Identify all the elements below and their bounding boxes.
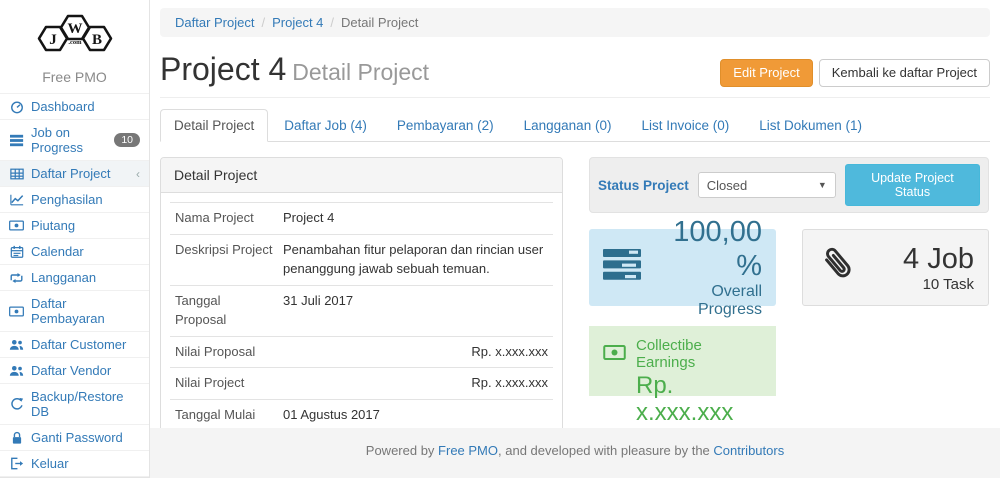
project-summary-column: Status Project Closed ▼ Update Project S… <box>589 157 989 428</box>
tab-list-invoice[interactable]: List Invoice (0) <box>627 109 743 142</box>
sidebar-item-piutang[interactable]: Piutang <box>0 212 149 238</box>
status-select[interactable]: Closed ▼ <box>698 172 836 198</box>
page-subtitle: Detail Project <box>292 59 429 85</box>
free-pmo-link[interactable]: Free PMO <box>438 443 498 458</box>
edit-project-button[interactable]: Edit Project <box>720 59 812 87</box>
sidebar-item-daftar-pembayaran[interactable]: Daftar Pembayaran <box>0 290 149 331</box>
users-icon <box>9 363 24 378</box>
main-area: Daftar Project/Project 4/Detail Project … <box>150 0 1000 478</box>
earnings-value: Rp. x.xxx.xxx <box>636 373 762 426</box>
job-count-card: 4 Job 10 Task <box>802 229 989 306</box>
jwb-logo: W J B .com <box>0 0 149 67</box>
breadcrumb: Daftar Project/Project 4/Detail Project <box>160 8 990 37</box>
tab-bar: Detail Project Daftar Job (4) Pembayaran… <box>160 109 990 142</box>
sidebar-item-dashboard[interactable]: Dashboard <box>0 93 149 119</box>
task-count-value: 10 Task <box>871 276 974 293</box>
calendar-icon <box>9 244 24 259</box>
users-icon <box>9 337 24 352</box>
svg-text:J: J <box>49 32 57 48</box>
table-row: Tanggal Proposal31 Juli 2017 <box>170 285 553 336</box>
app-window: W J B .com Free PMO Dashboard <box>0 0 1000 478</box>
status-project-bar: Status Project Closed ▼ Update Project S… <box>589 157 989 213</box>
table-row: Deskripsi ProjectPenambahan fitur pelapo… <box>170 235 553 286</box>
sidebar-item-keluar[interactable]: Keluar <box>0 450 149 477</box>
sidebar-item-backup-restore[interactable]: Backup/Restore DB <box>0 383 149 424</box>
page-header: Project 4Detail Project Edit Project Kem… <box>160 50 990 98</box>
detail-project-panel: Detail Project Nama ProjectProject 4 Des… <box>160 157 563 428</box>
sidebar-item-daftar-vendor[interactable]: Daftar Vendor <box>0 357 149 383</box>
status-project-label: Status Project <box>598 178 689 193</box>
jwb-hexagons-icon: W J B .com <box>23 8 127 58</box>
sidebar-item-daftar-project[interactable]: Daftar Project ‹ <box>0 160 149 186</box>
svg-text:B: B <box>91 32 101 48</box>
collectible-earnings-card: Collectibe Earnings Rp. x.xxx.xxx <box>589 326 776 396</box>
back-to-list-button[interactable]: Kembali ke daftar Project <box>819 59 990 87</box>
sidebar-item-job-on-progress[interactable]: Job on Progress 10 <box>0 119 149 160</box>
chevron-left-icon: ‹ <box>136 167 140 181</box>
caret-down-icon: ▼ <box>818 180 827 190</box>
tab-daftar-job[interactable]: Daftar Job (4) <box>270 109 381 142</box>
progress-value: 100,00 % <box>653 216 762 283</box>
svg-text:.com: .com <box>68 39 82 46</box>
refresh-icon <box>9 397 24 412</box>
line-chart-icon <box>9 192 24 207</box>
table-row: Tanggal Mulai01 Agustus 2017 <box>170 400 553 428</box>
brand-name: Free PMO <box>0 67 149 93</box>
breadcrumb-project-4[interactable]: Project 4 <box>272 15 323 30</box>
sidebar-item-penghasilan[interactable]: Penghasilan <box>0 186 149 212</box>
tab-list-dokumen[interactable]: List Dokumen (1) <box>745 109 876 142</box>
breadcrumb-current: Detail Project <box>341 15 418 30</box>
sidebar-item-calendar[interactable]: Calendar <box>0 238 149 264</box>
breadcrumb-daftar-project[interactable]: Daftar Project <box>175 15 254 30</box>
money-icon <box>603 345 626 364</box>
job-count-badge: 10 <box>114 133 140 148</box>
earnings-title: Collectibe Earnings <box>636 337 762 371</box>
tasks-icon <box>9 133 24 148</box>
sidebar-item-langganan[interactable]: Langganan <box>0 264 149 290</box>
page-title: Project 4Detail Project <box>160 52 429 87</box>
progress-caption: Overall Progress <box>653 283 762 319</box>
sidebar: W J B .com Free PMO Dashboard <box>0 0 150 478</box>
svg-text:W: W <box>67 21 82 37</box>
table-row: Nilai ProposalRp. x.xxx.xxx <box>170 336 553 368</box>
sidebar-item-daftar-customer[interactable]: Daftar Customer <box>0 331 149 357</box>
update-status-button[interactable]: Update Project Status <box>845 164 980 206</box>
table-icon <box>9 166 24 181</box>
detail-table: Nama ProjectProject 4 Deskripsi ProjectP… <box>170 202 553 428</box>
job-count-value: 4 Job <box>871 243 974 276</box>
table-row: Nilai ProjectRp. x.xxx.xxx <box>170 368 553 400</box>
sign-out-icon <box>9 456 24 471</box>
sidebar-item-ganti-password[interactable]: Ganti Password <box>0 424 149 450</box>
table-row: Nama ProjectProject 4 <box>170 203 553 235</box>
tab-detail-project[interactable]: Detail Project <box>160 109 268 142</box>
lock-icon <box>9 430 24 445</box>
sidebar-nav: Dashboard Job on Progress 10 Daftar Proj… <box>0 93 149 477</box>
retweet-icon <box>9 270 24 285</box>
overall-progress-card: 100,00 % Overall Progress <box>589 229 776 306</box>
dashboard-icon <box>9 99 24 114</box>
money-icon <box>9 304 24 319</box>
paperclip-icon <box>817 243 861 292</box>
panel-title: Detail Project <box>161 158 562 193</box>
money-icon <box>9 218 24 233</box>
progress-bars-icon <box>603 248 643 287</box>
footer: Powered by Free PMO, and developed with … <box>150 428 1000 478</box>
tab-pembayaran[interactable]: Pembayaran (2) <box>383 109 508 142</box>
contributors-link[interactable]: Contributors <box>713 443 784 458</box>
tab-langganan[interactable]: Langganan (0) <box>510 109 626 142</box>
